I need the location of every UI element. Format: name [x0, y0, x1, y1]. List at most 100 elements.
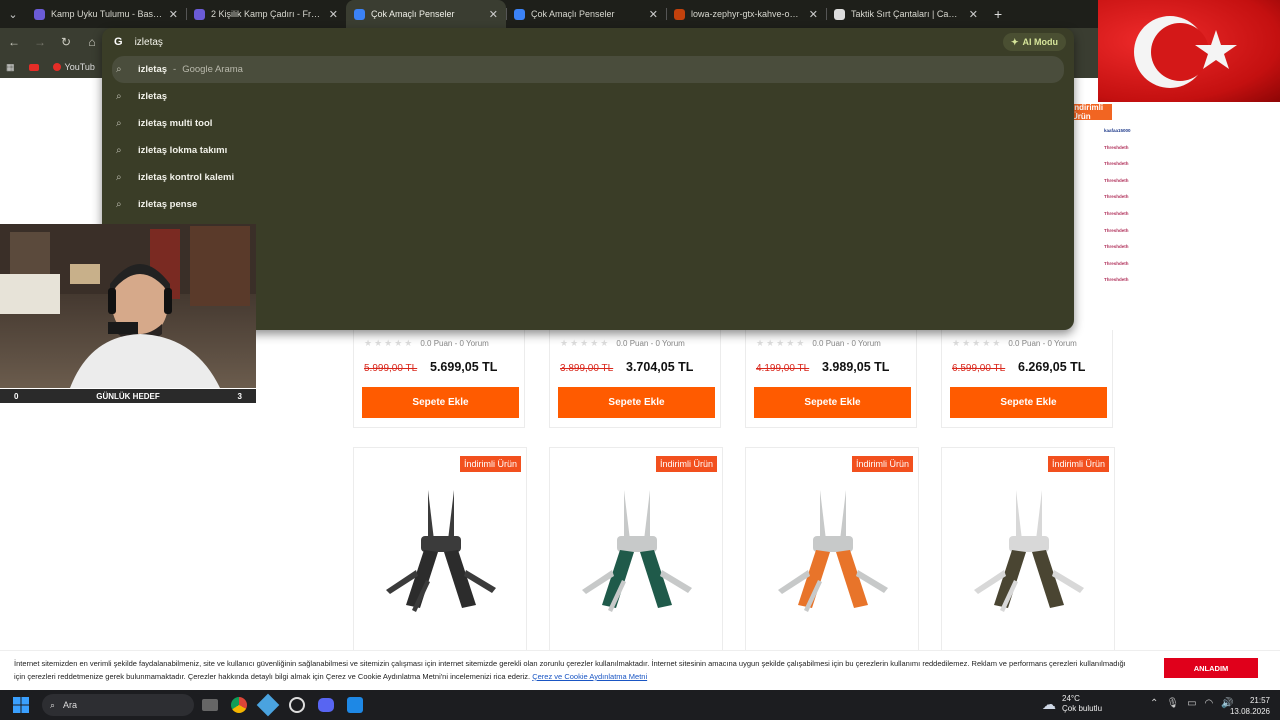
tab-close-icon[interactable]: ✕ [329, 8, 338, 21]
chat-message: Threshdeth [1100, 211, 1280, 218]
chrome-icon[interactable] [226, 692, 252, 718]
tab-title: 2 Kişilik Kamp Çadırı - Fresh & f [211, 9, 323, 19]
omnibox-suggestion[interactable]: ⌕ izletaş [102, 83, 1074, 110]
omnibox-suggestion[interactable]: ⌕ izletaş pense [102, 191, 1074, 218]
tray-chevron-icon[interactable]: ⌃ [1150, 698, 1158, 709]
network-icon[interactable]: ▭ [1187, 698, 1196, 709]
product-card[interactable]: İndirimli Ürün [549, 447, 723, 657]
multitool-image[interactable] [768, 470, 898, 620]
tab-title: Taktik Sırt Çantaları | Camel Ba [851, 9, 963, 19]
chat-message: Threshdeth [1100, 228, 1280, 235]
webcam-overlay [0, 224, 256, 388]
suggestion-text: izletaş [138, 91, 168, 102]
chat-username: Threshdeth [1104, 177, 1129, 183]
tab-close-icon[interactable]: ✕ [169, 8, 178, 21]
reload-icon[interactable]: ↻ [54, 30, 78, 54]
suggestion-text: izletaş multi tool [138, 118, 213, 129]
suggestion-text: izletaş kontrol kalemi [138, 172, 235, 183]
wifi-icon[interactable]: ◠ [1205, 698, 1214, 709]
back-arrow-icon[interactable]: ← [2, 30, 26, 54]
app-icon-blue[interactable] [255, 692, 281, 718]
forward-arrow-icon[interactable]: → [28, 30, 52, 54]
taskbar-search[interactable]: ⌕ Ara [42, 694, 194, 716]
weather-temp: 24°C [1062, 694, 1080, 703]
obs-icon[interactable] [284, 692, 310, 718]
system-tray: ⌃ 🎙 ▭ ◠ 🔊 [1150, 698, 1234, 709]
suggestion-source: Google Arama [182, 64, 243, 75]
address-bar-input[interactable] [134, 36, 535, 48]
omnibox-suggestion[interactable]: ⌕ izletaş kontrol kalemi [102, 164, 1074, 191]
browser-tab[interactable]: 2 Kişilik Kamp Çadırı - Fresh & f ✕ [186, 0, 346, 28]
file-explorer-icon[interactable] [197, 692, 223, 718]
tab-close-icon[interactable]: ✕ [489, 8, 498, 21]
chat-message: Threshdeth [1100, 277, 1280, 284]
cookie-policy-link[interactable]: Çerez ve Cookie Aydınlatma Metni [532, 672, 647, 681]
product-rating: ★★★★★ 0.0 Puan - 0 Yorum [560, 338, 685, 349]
tab-title: lowa-zephyr-gtx-kahve-op-aya [691, 9, 803, 19]
chat-username: Threshdeth [1104, 161, 1129, 167]
home-icon[interactable]: ⌂ [80, 30, 104, 54]
multitool-image[interactable] [964, 470, 1094, 620]
browser-tab[interactable]: lowa-zephyr-gtx-kahve-op-aya ✕ [666, 0, 826, 28]
star-rating-icon: ★★★★★ [756, 338, 807, 348]
add-to-cart-button[interactable]: Sepete Ekle [558, 387, 715, 418]
bookmark-youtube-icon[interactable] [28, 63, 43, 71]
weather-desc: Çok bulutlu [1062, 704, 1103, 713]
browser-tab[interactable]: Kamp Uyku Tulumu - Basic - Ka ✕ [26, 0, 186, 28]
chat-message: Threshdeth [1100, 145, 1280, 152]
daily-goal-bar: 0 GÜNLÜK HEDEF 3 [0, 389, 256, 403]
tab-search-chevron-icon[interactable]: ⌄ [0, 0, 26, 28]
suggestion-text: izletaş [138, 64, 168, 75]
chat-username: Threshdeth [1104, 244, 1129, 250]
add-to-cart-button[interactable]: Sepete Ekle [950, 387, 1107, 418]
bookmark-youtube[interactable]: YouTub [52, 62, 95, 72]
product-card[interactable]: İndirimli Ürün [353, 447, 527, 657]
browser-tab[interactable]: Çok Amaçlı Penseler ✕ [506, 0, 666, 28]
apps-grid-icon[interactable]: ▦ [6, 62, 15, 73]
add-to-cart-button[interactable]: Sepete Ekle [754, 387, 911, 418]
tab-favicon-doc [834, 8, 845, 20]
chat-message: Threshdeth [1100, 161, 1280, 168]
cookie-text-block: İnternet sitemizden en verimli şekilde f… [14, 657, 1134, 683]
tab-close-icon[interactable]: ✕ [969, 8, 978, 21]
omnibox-suggestion[interactable]: ⌕ izletaş - Google Arama [112, 56, 1064, 83]
microphone-icon[interactable]: 🎙 [1166, 698, 1179, 709]
browser-tab[interactable]: Çok Amaçlı Penseler ✕ [346, 0, 506, 28]
tab-title: Çok Amaçlı Penseler [371, 9, 455, 19]
chat-message: kaafaa15000 [1100, 128, 1280, 135]
add-to-cart-button[interactable]: Sepete Ekle [362, 387, 519, 418]
crescent-star-icon [1134, 16, 1237, 88]
multitool-image[interactable] [376, 470, 506, 620]
discord-icon[interactable] [313, 692, 339, 718]
product-card[interactable]: İndirimli Ürün [941, 447, 1115, 657]
chat-username: Threshdeth [1104, 194, 1129, 200]
rating-text: 0.0 Puan - 0 Yorum [812, 339, 881, 348]
suggestion-separator: - [173, 64, 177, 75]
chat-username: Threshdeth [1104, 144, 1129, 150]
tab-close-icon[interactable]: ✕ [809, 8, 818, 21]
tab-close-icon[interactable]: ✕ [649, 8, 658, 21]
rating-text: 0.0 Puan - 0 Yorum [420, 339, 489, 348]
search-icon: ⌕ [116, 64, 122, 75]
stream-chat-overlay: kaafaa15000 Threshdeth Threshdeth Threshdet… [1100, 102, 1280, 290]
windows-start-icon[interactable] [0, 697, 42, 713]
browser-tab[interactable]: Taktik Sırt Çantaları | Camel Ba ✕ [826, 0, 986, 28]
ai-mode-button[interactable]: ✦ AI Modu [1002, 33, 1066, 51]
search-icon: ⌕ [116, 199, 122, 210]
taskbar-clock[interactable]: 21:57 13.08.2026 [1230, 695, 1270, 717]
multitool-image[interactable] [572, 470, 702, 620]
weather-widget[interactable]: ☁ 24°C Çok bulutlu [1042, 694, 1102, 714]
clock-time: 21:57 [1249, 696, 1270, 705]
product-card[interactable]: İndirimli Ürün [745, 447, 919, 657]
tab-favicon-purple [34, 8, 45, 20]
app-icon-azure[interactable] [342, 692, 368, 718]
cookie-accept-button[interactable]: ANLADIM [1164, 658, 1258, 678]
tab-favicon-blue [514, 8, 525, 20]
chat-message: Threshdeth [1100, 261, 1280, 268]
search-icon: ⌕ [116, 145, 122, 156]
old-price: 5.999,00 TL [364, 363, 418, 374]
omnibox-suggestion[interactable]: ⌕ izletaş lokma takımı [102, 137, 1074, 164]
omnibox-suggestion[interactable]: ⌕ izletaş multi tool [102, 110, 1074, 137]
new-tab-plus-icon[interactable]: + [994, 6, 1002, 22]
chat-username: Threshdeth [1104, 210, 1129, 216]
